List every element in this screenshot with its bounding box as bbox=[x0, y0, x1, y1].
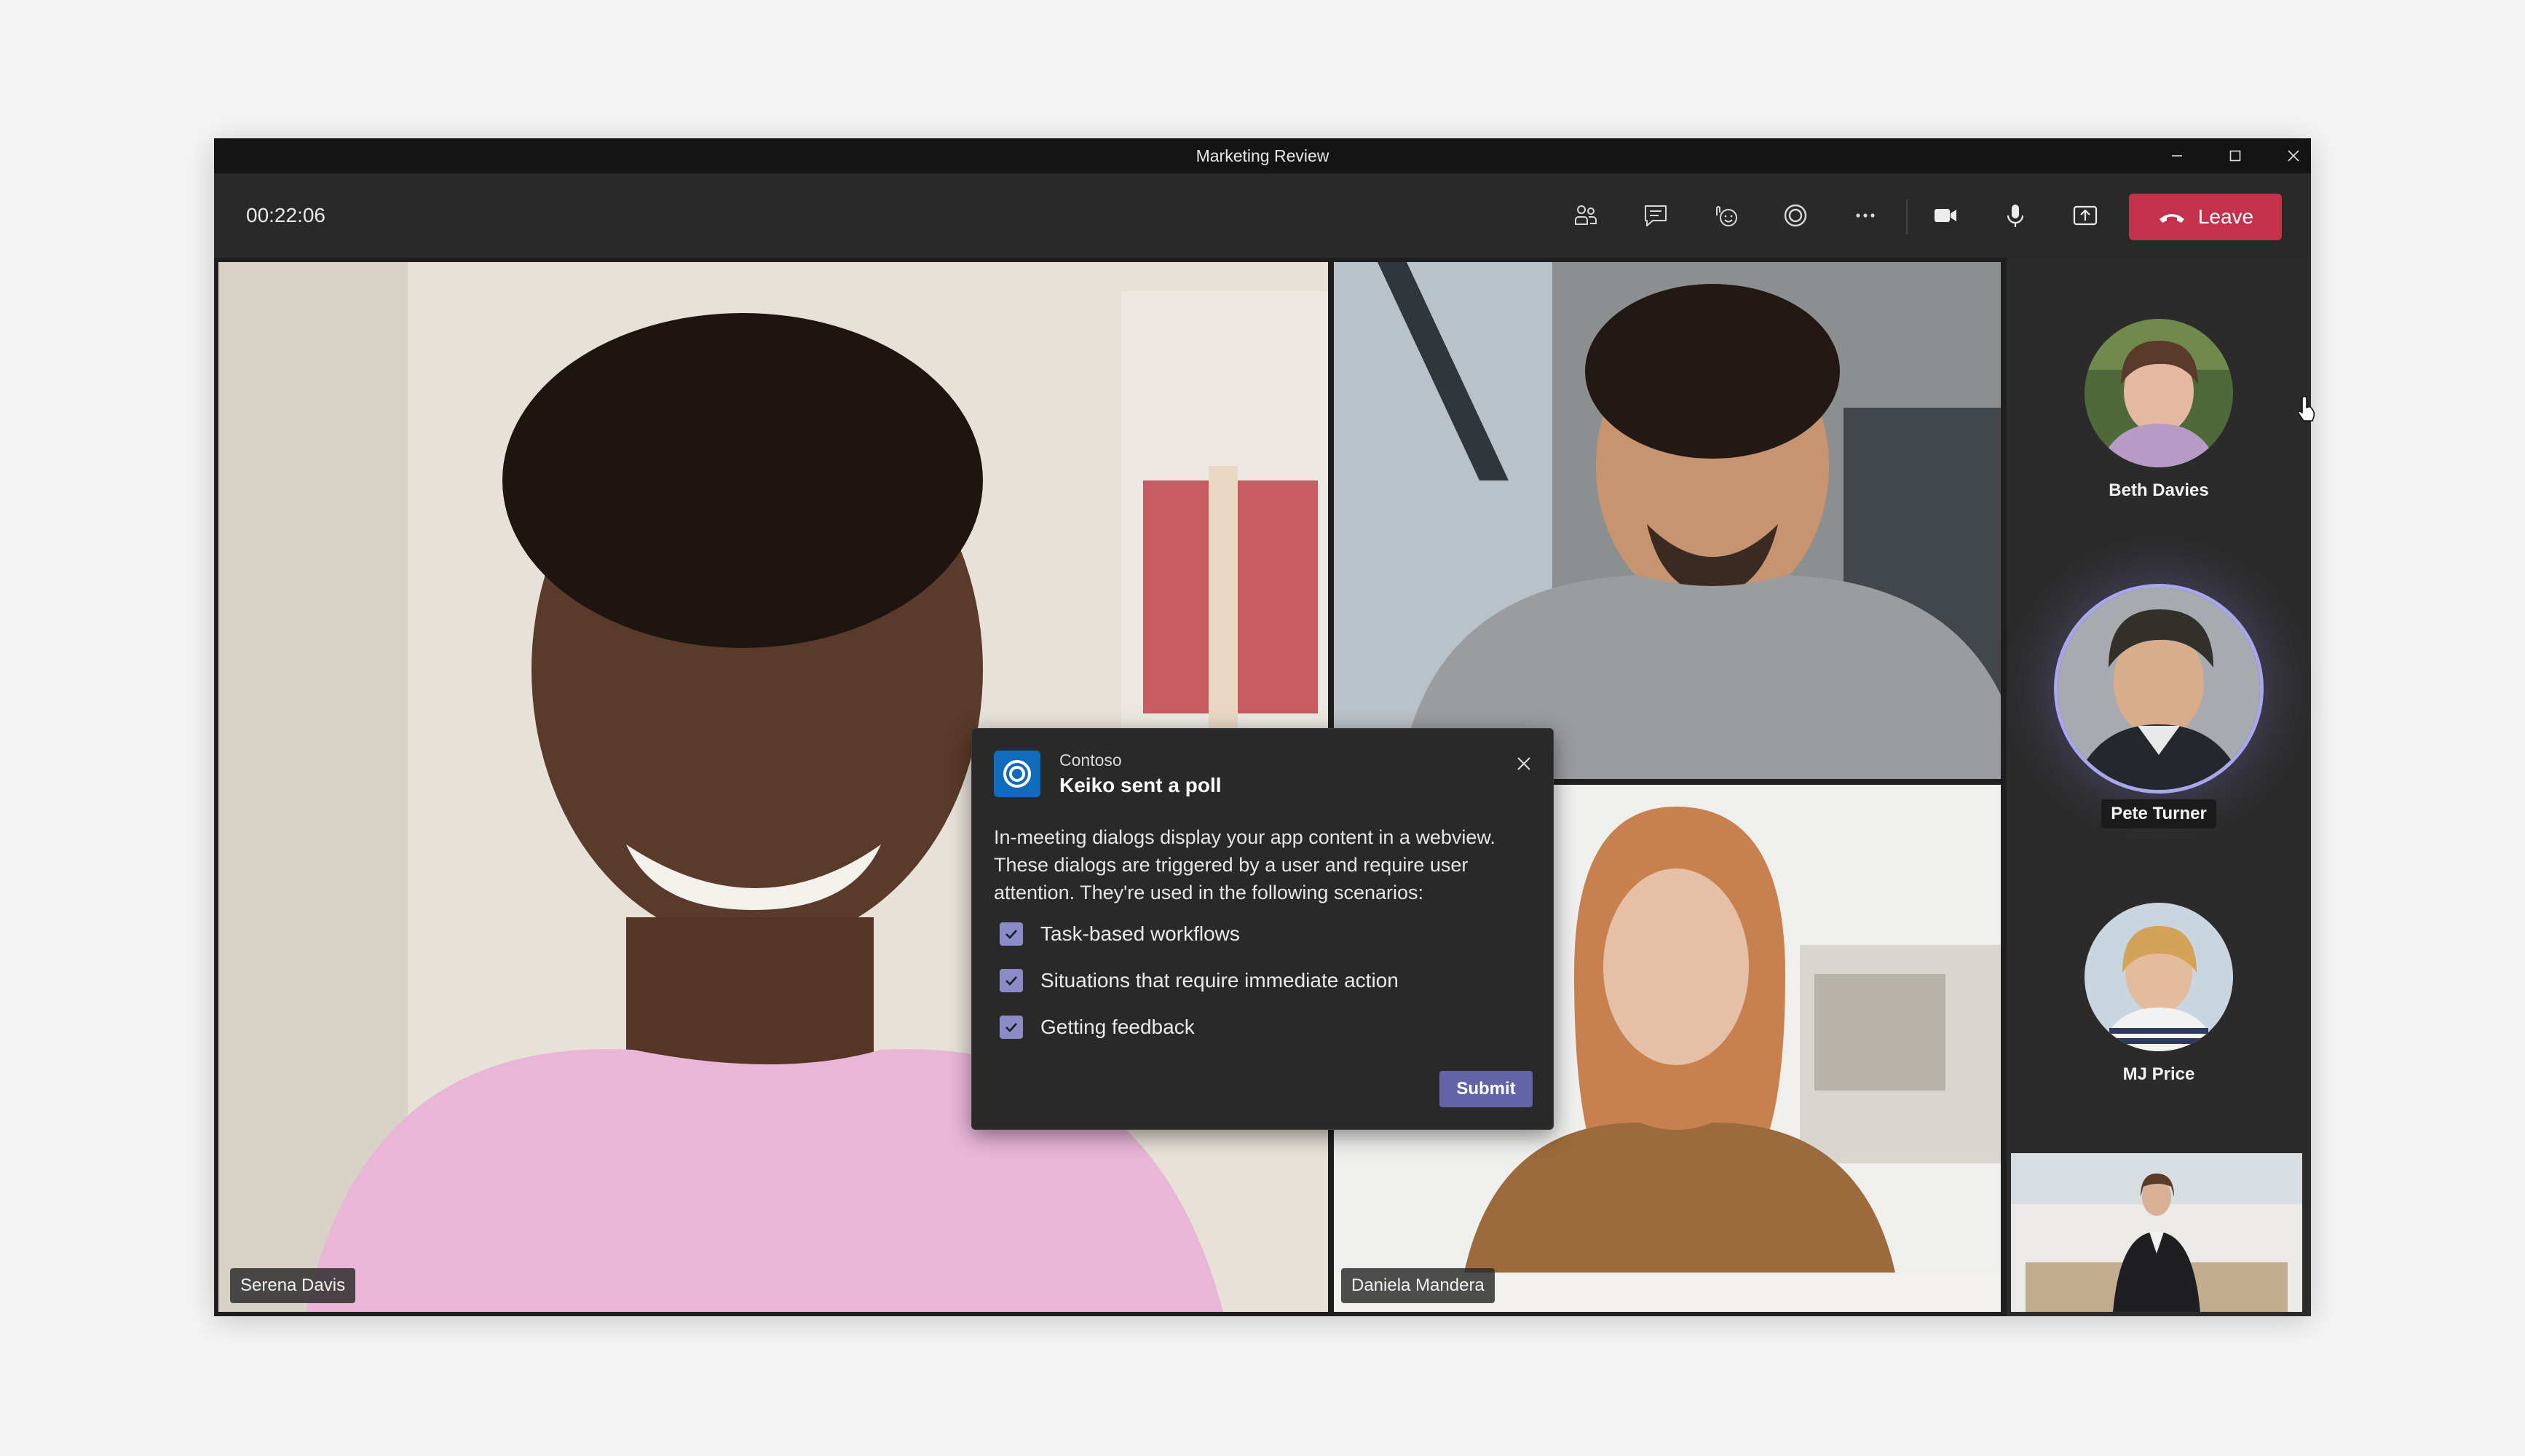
minimize-button[interactable] bbox=[2151, 138, 2203, 173]
chat-button[interactable] bbox=[1632, 195, 1679, 236]
poll-option-2[interactable]: Situations that require immediate action bbox=[1000, 966, 1399, 995]
hand-cursor-icon bbox=[2297, 395, 2315, 422]
maximize-button[interactable] bbox=[2209, 138, 2261, 173]
app-logo bbox=[994, 751, 1040, 797]
video-stage: Serena Davis Daniela Mandera Beth Davies… bbox=[214, 258, 2311, 1316]
poll-option-label: Task-based workflows bbox=[1040, 922, 1240, 945]
participant-name-tag: Serena Davis bbox=[230, 1268, 356, 1303]
people-button[interactable] bbox=[1562, 195, 1609, 236]
avatar-mj-price[interactable] bbox=[2085, 903, 2233, 1051]
poll-option-3[interactable]: Getting feedback bbox=[1000, 1013, 1195, 1042]
pete-avatar-image bbox=[2058, 587, 2260, 790]
leave-button[interactable]: Leave bbox=[2129, 194, 2282, 240]
minimize-icon bbox=[2172, 155, 2182, 157]
maximize-icon bbox=[2229, 150, 2241, 162]
mj-avatar-image bbox=[2085, 903, 2233, 1051]
camera-icon bbox=[1935, 209, 1956, 222]
toolbar-divider bbox=[1906, 199, 1908, 234]
camera-button[interactable] bbox=[1922, 195, 1969, 236]
checkmark-icon bbox=[1005, 930, 1017, 939]
beth-avatar-image bbox=[2085, 319, 2233, 467]
meeting-toolbar: 00:22:06 Leave bbox=[214, 173, 2311, 258]
more-button[interactable] bbox=[1842, 195, 1889, 236]
meeting-window: Marketing Review 00:22:06 Leave Serena D… bbox=[214, 138, 2315, 1316]
avatar-beth-davies[interactable] bbox=[2085, 319, 2233, 467]
leave-label: Leave bbox=[2197, 205, 2254, 228]
share-icon bbox=[2073, 205, 2098, 226]
self-view-tile[interactable] bbox=[2011, 1153, 2302, 1312]
close-icon bbox=[2288, 150, 2299, 162]
meeting-timer: 00:22:06 bbox=[246, 204, 325, 226]
chat-icon bbox=[1645, 205, 1667, 226]
participant-sidebar: Beth Davies Pete Turner MJ Price bbox=[2007, 258, 2311, 1316]
poll-dialog: Contoso Keiko sent a poll In-meeting dia… bbox=[971, 728, 1554, 1130]
more-icon bbox=[1856, 213, 1875, 218]
reactions-button[interactable] bbox=[1702, 195, 1749, 236]
checkbox-checked[interactable] bbox=[1000, 969, 1023, 992]
apps-icon bbox=[1784, 204, 1807, 227]
dialog-app-name: Contoso bbox=[1059, 751, 1122, 769]
close-window-button[interactable] bbox=[2267, 138, 2320, 173]
checkmark-icon bbox=[1005, 976, 1017, 986]
submit-button[interactable]: Submit bbox=[1439, 1071, 1533, 1107]
share-button[interactable] bbox=[2062, 195, 2109, 236]
mic-icon bbox=[2007, 205, 2024, 227]
poll-option-1[interactable]: Task-based workflows bbox=[1000, 919, 1240, 949]
video-tile-participant[interactable] bbox=[1334, 262, 2001, 779]
title-bar: Marketing Review bbox=[214, 138, 2311, 173]
self-view-video bbox=[2011, 1153, 2302, 1312]
checkmark-icon bbox=[1005, 1023, 1017, 1032]
people-icon bbox=[1575, 205, 1597, 225]
mic-button[interactable] bbox=[1992, 195, 2039, 236]
contoso-logo-icon bbox=[1003, 760, 1031, 788]
participant-name: Beth Davies bbox=[2109, 480, 2209, 500]
dialog-close-button[interactable] bbox=[1509, 749, 1538, 778]
participant-name-speaking: Pete Turner bbox=[2101, 799, 2216, 828]
participant-name-tag: Daniela Mandera bbox=[1341, 1268, 1495, 1303]
participant-video bbox=[1334, 262, 2001, 779]
participant-name: MJ Price bbox=[2122, 1064, 2195, 1084]
checkbox-checked[interactable] bbox=[1000, 922, 1023, 946]
window-title: Marketing Review bbox=[1196, 146, 1329, 165]
apps-button[interactable] bbox=[1772, 195, 1819, 236]
dialog-body-text: In-meeting dialogs display your app cont… bbox=[994, 826, 1495, 903]
checkbox-checked[interactable] bbox=[1000, 1016, 1023, 1039]
hang-up-icon bbox=[2159, 214, 2184, 223]
poll-option-label: Situations that require immediate action bbox=[1040, 969, 1399, 992]
dialog-title: Keiko sent a poll bbox=[1059, 774, 1222, 796]
avatar-pete-turner[interactable] bbox=[2054, 584, 2264, 794]
poll-option-label: Getting feedback bbox=[1040, 1016, 1195, 1038]
close-icon bbox=[1517, 757, 1530, 770]
reactions-icon bbox=[1716, 206, 1737, 226]
